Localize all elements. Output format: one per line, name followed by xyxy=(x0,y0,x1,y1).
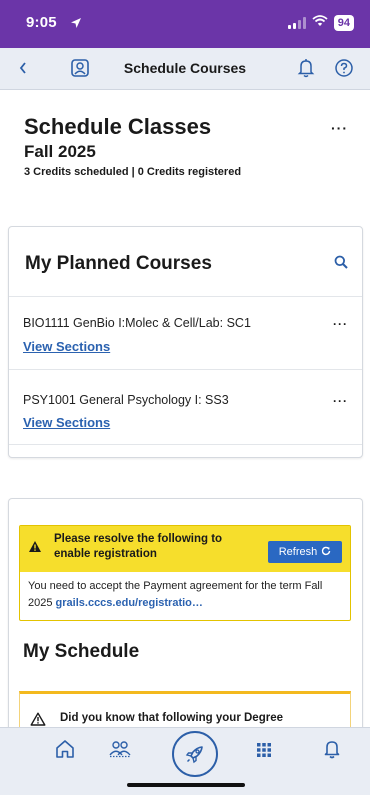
status-icons: 94 xyxy=(287,14,354,32)
divider xyxy=(9,296,362,297)
planned-courses-title: My Planned Courses xyxy=(25,253,212,274)
battery-indicator: 94 xyxy=(333,15,354,31)
bottom-tab-bar xyxy=(0,727,370,795)
search-icon[interactable] xyxy=(334,255,348,274)
divider xyxy=(9,369,362,370)
help-icon[interactable] xyxy=(334,58,354,83)
alert-title: Please resolve the following to enable r… xyxy=(54,533,223,560)
home-icon[interactable] xyxy=(54,738,76,765)
bell-icon[interactable] xyxy=(323,738,341,765)
registration-alert: Please resolve the following to enable r… xyxy=(19,525,351,621)
warning-outline-icon xyxy=(30,712,46,727)
planned-course-name: BIO1111 GenBio I:Molec & Cell/Lab: SC1 xyxy=(23,316,251,330)
view-sections-link[interactable]: View Sections xyxy=(23,339,110,354)
credits-summary: 3 Credits scheduled | 0 Credits register… xyxy=(24,166,242,178)
grid-icon[interactable] xyxy=(256,742,272,763)
course-more-button[interactable]: ··· xyxy=(333,317,348,331)
main-content[interactable]: Schedule Classes Fall 2025 3 Credits sch… xyxy=(0,90,370,727)
warning-icon xyxy=(28,540,42,558)
cellular-signal-icon xyxy=(287,17,306,29)
schedule-title: Schedule Classes xyxy=(24,114,212,139)
rocket-launch-button[interactable] xyxy=(172,731,218,777)
rocket-icon xyxy=(185,746,203,764)
alert-message: You need to accept the Payment agreement… xyxy=(28,578,346,612)
refresh-icon xyxy=(321,546,331,559)
planned-courses-card: My Planned Courses BIO1111 GenBio I:Mole… xyxy=(8,226,363,458)
planned-course-name: PSY1001 General Psychology I: SS3 xyxy=(23,393,229,407)
term-label: Fall 2025 xyxy=(24,142,96,161)
divider xyxy=(9,444,362,445)
people-icon[interactable] xyxy=(108,740,132,763)
location-arrow-icon xyxy=(70,16,82,34)
schedule-card: Please resolve the following to enable r… xyxy=(8,498,363,727)
header-more-button[interactable]: ··· xyxy=(331,120,348,136)
status-time: 9:05 xyxy=(26,14,57,31)
registration-link[interactable]: grails.cccs.edu/registratio… xyxy=(56,597,203,609)
top-nav-bar: Schedule Courses xyxy=(0,48,370,90)
wifi-icon xyxy=(312,14,328,32)
home-indicator xyxy=(127,783,245,787)
degree-info-banner: Did you know that following your Degree xyxy=(19,691,351,727)
refresh-button[interactable]: Refresh xyxy=(268,541,342,563)
course-more-button[interactable]: ··· xyxy=(333,394,348,408)
notification-bell-icon[interactable] xyxy=(297,58,315,83)
info-banner-text: Did you know that following your Degree xyxy=(60,712,283,724)
status-bar: 9:05 94 xyxy=(0,0,370,48)
view-sections-link[interactable]: View Sections xyxy=(23,415,110,430)
alert-header: Please resolve the following to enable r… xyxy=(20,526,350,572)
refresh-label: Refresh xyxy=(278,546,318,558)
my-schedule-title: My Schedule xyxy=(23,641,140,662)
